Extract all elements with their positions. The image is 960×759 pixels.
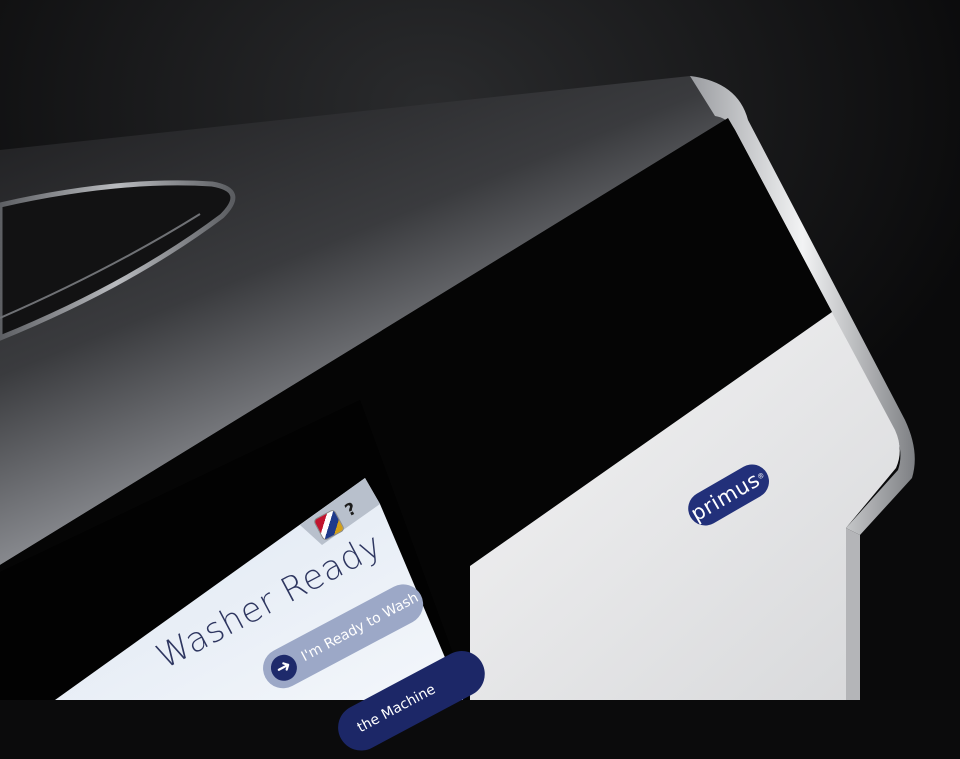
washer-scene <box>0 0 960 700</box>
door-side-shadow <box>846 528 860 700</box>
